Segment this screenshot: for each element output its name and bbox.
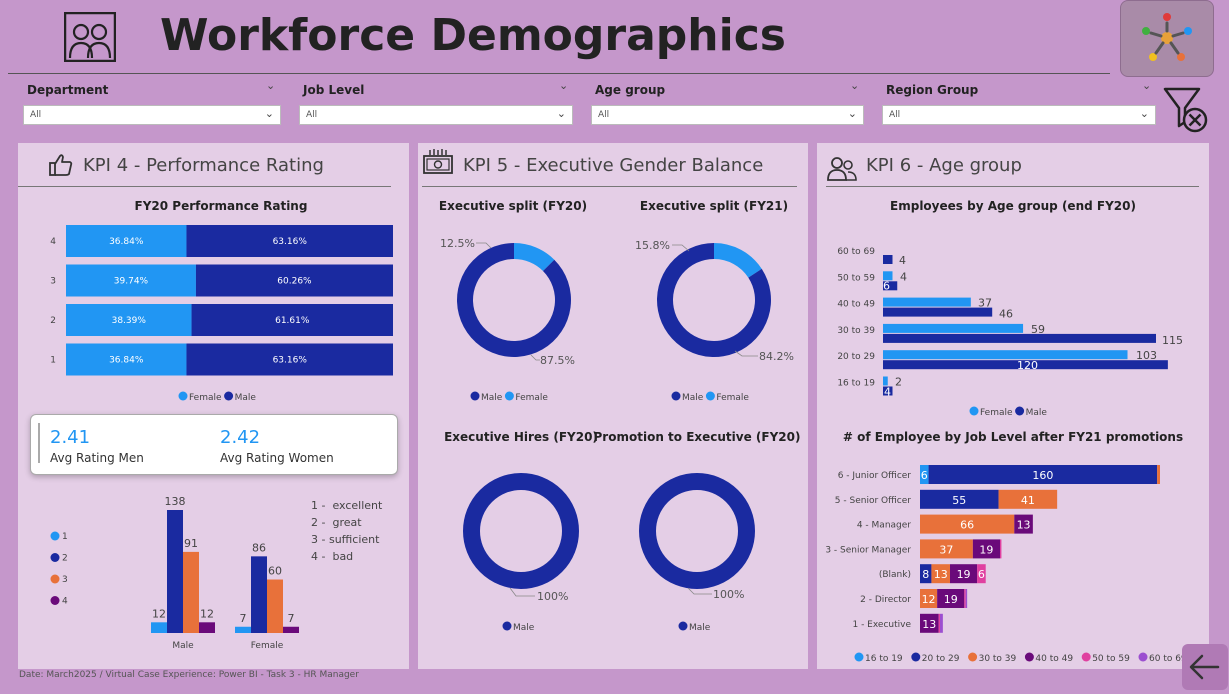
age-group-filter[interactable]: All ⌄ — [591, 105, 864, 125]
kpi6-panel — [817, 143, 1209, 669]
kpi5-title: KPI 5 - Executive Gender Balance — [463, 155, 764, 176]
rating-legend-3: 3 - sufficient — [311, 533, 380, 546]
avg-rating-card: 2.41 Avg Rating Men 2.42 Avg Rating Wome… — [30, 414, 398, 475]
filter-label-department: Department — [27, 83, 109, 97]
page-title: Workforce Demographics — [160, 10, 786, 61]
title-divider — [8, 73, 1110, 74]
back-button[interactable] — [1182, 644, 1228, 690]
chevron-down-icon: ⌄ — [264, 107, 274, 120]
kpi4-panel — [18, 143, 409, 669]
avg-rating-women-value: 2.42 — [220, 427, 261, 448]
avg-rating-women-label: Avg Rating Women — [220, 451, 334, 465]
money-icon — [422, 147, 454, 177]
chevron-down-icon[interactable]: ⌄ — [559, 79, 568, 92]
filter-label-region-group: Region Group — [886, 83, 979, 97]
arrow-left-icon — [1189, 654, 1220, 680]
chevron-down-icon[interactable]: ⌄ — [1142, 79, 1151, 92]
kpi4-title: KPI 4 - Performance Rating — [83, 155, 324, 176]
clear-filters-icon[interactable] — [1163, 86, 1209, 134]
people-icon — [826, 156, 858, 182]
filter-value: All — [30, 110, 42, 120]
thumbs-up-icon — [48, 152, 74, 178]
kpi5-divider — [422, 186, 797, 187]
footer-text: Date: March2025 / Virtual Case Experienc… — [19, 670, 359, 680]
rating-legend-1: 1 - excellent — [311, 499, 383, 512]
rating-legend-2: 2 - great — [311, 516, 362, 529]
chevron-down-icon: ⌄ — [556, 107, 566, 120]
kpi6-divider — [826, 186, 1199, 187]
chevron-down-icon[interactable]: ⌄ — [266, 79, 275, 92]
chevron-down-icon[interactable]: ⌄ — [850, 79, 859, 92]
kpi4-divider — [18, 186, 391, 187]
kpi5-panel — [418, 143, 808, 669]
filter-label-job-level: Job Level — [303, 83, 365, 97]
kpi6-title: KPI 6 - Age group — [866, 155, 1022, 176]
chevron-down-icon: ⌄ — [847, 107, 857, 120]
region-group-filter[interactable]: All ⌄ — [882, 105, 1156, 125]
filter-value: All — [598, 110, 610, 120]
logo — [1120, 0, 1214, 77]
rating-legend-4: 4 - bad — [311, 550, 354, 563]
avg-rating-men-label: Avg Rating Men — [50, 451, 144, 465]
avg-rating-men-value: 2.41 — [50, 427, 91, 448]
header-icon — [63, 11, 117, 63]
filter-value: All — [306, 110, 318, 120]
department-filter[interactable]: All ⌄ — [23, 105, 281, 125]
card-accent — [38, 423, 40, 463]
filter-value: All — [889, 110, 901, 120]
chevron-down-icon: ⌄ — [1139, 107, 1149, 120]
filter-label-age-group: Age group — [595, 83, 666, 97]
job-level-filter[interactable]: All ⌄ — [299, 105, 573, 125]
